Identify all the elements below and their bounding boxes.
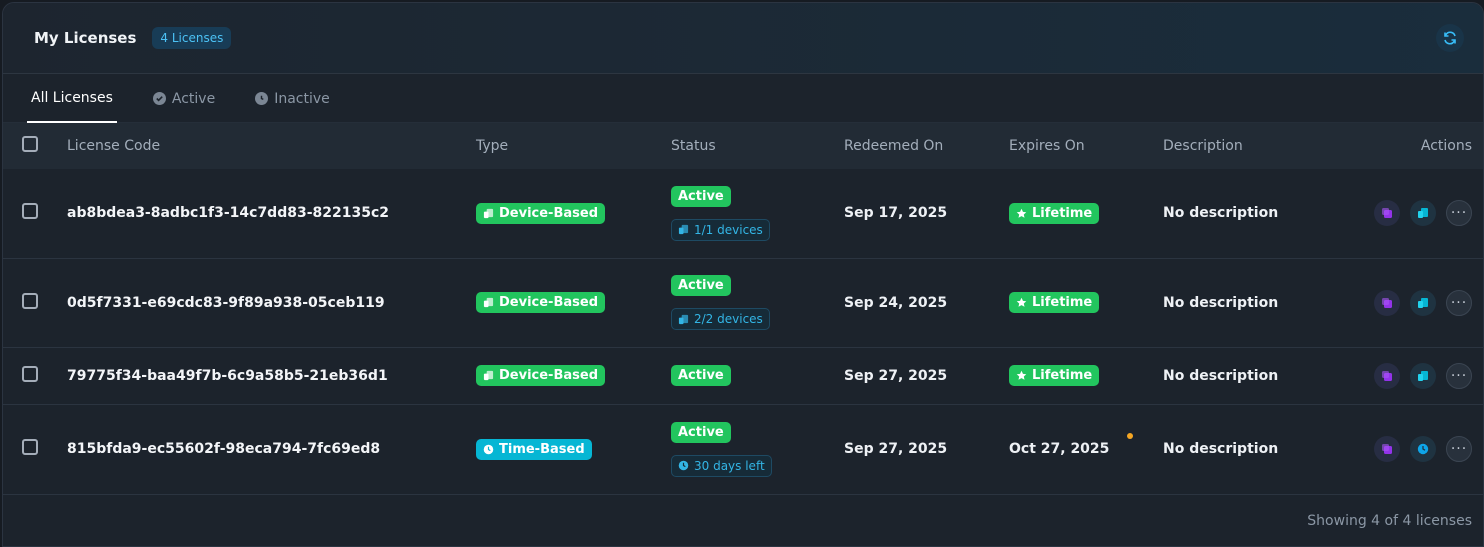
description-text: No description (1163, 294, 1279, 311)
device-icon (678, 225, 689, 235)
column-status: Status (671, 138, 716, 154)
time-button[interactable] (1410, 436, 1436, 462)
licenses-table: License Code Type Status Redeemed On Exp… (3, 123, 1483, 495)
copy-button[interactable] (1374, 436, 1400, 462)
column-actions: Actions (1420, 138, 1472, 154)
tab-inactive[interactable]: Inactive (251, 74, 334, 123)
status-badge: Active (671, 365, 731, 386)
column-redeemed-on: Redeemed On (844, 138, 944, 154)
type-badge: Device-Based (476, 202, 605, 224)
column-type: Type (476, 138, 509, 154)
device-icon (483, 370, 494, 381)
more-icon: ··· (1450, 441, 1468, 457)
devices-chip: 1/1 devices (671, 218, 770, 241)
star-icon (1016, 370, 1027, 380)
clock-icon (678, 460, 689, 471)
table-header-row: License Code Type Status Redeemed On Exp… (3, 123, 1483, 169)
page-title: My Licenses (34, 29, 137, 47)
expires-badge: Lifetime (1009, 292, 1100, 313)
description-text: No description (1163, 367, 1279, 384)
redeemed-date: Sep 27, 2025 (844, 367, 948, 384)
device-icon (483, 297, 494, 308)
device-icon (1418, 208, 1428, 219)
copy-icon (1382, 297, 1392, 308)
clock-icon (1417, 443, 1429, 455)
row-checkbox[interactable] (22, 203, 38, 220)
type-badge: Time-Based (476, 438, 592, 460)
devices-button[interactable] (1410, 200, 1436, 227)
table-row: 0d5f7331-e69cdc83-9f89a938-05ceb119 Devi… (3, 258, 1483, 348)
type-badge: Device-Based (476, 292, 605, 313)
type-badge: Device-Based (476, 365, 605, 386)
devices-chip: 2/2 devices (671, 308, 770, 330)
device-icon (1418, 370, 1428, 381)
row-checkbox[interactable] (22, 365, 38, 382)
description-text: No description (1163, 205, 1279, 222)
table-footer: Showing 4 of 4 licenses (3, 495, 1483, 547)
select-all-checkbox[interactable] (22, 136, 38, 152)
expires-badge: Lifetime (1009, 202, 1100, 224)
time-left-chip: 30 days left (671, 454, 772, 477)
more-options-button[interactable]: ··· (1446, 436, 1472, 462)
clock-icon (483, 444, 494, 454)
star-icon (1016, 297, 1027, 307)
column-license-code: License Code (67, 138, 161, 154)
pagination-summary: Showing 4 of 4 licenses (1307, 513, 1472, 529)
more-options-button[interactable]: ··· (1446, 362, 1472, 389)
copy-button[interactable] (1374, 289, 1400, 316)
more-icon: ··· (1450, 367, 1468, 384)
copy-icon (1382, 208, 1392, 219)
devices-button[interactable] (1410, 289, 1436, 316)
column-expires-on: Expires On (1009, 138, 1085, 154)
redeemed-date: Sep 24, 2025 (844, 294, 948, 311)
tab-label: All Licenses (31, 89, 113, 106)
license-code: 815bfda9-ec55602f-98eca794-7fc69ed8 (67, 441, 381, 457)
copy-icon (1382, 444, 1392, 454)
notification-dot (1127, 433, 1133, 439)
row-checkbox[interactable] (22, 292, 38, 309)
license-code: ab8bdea3-8adbc1f3-14c7dd83-822135c2 (67, 205, 390, 222)
devices-button[interactable] (1410, 362, 1436, 389)
refresh-icon (1444, 31, 1456, 45)
expires-badge: Lifetime (1009, 365, 1100, 386)
description-text: No description (1163, 441, 1279, 457)
tab-label: Inactive (274, 90, 330, 107)
more-icon: ··· (1450, 205, 1468, 222)
status-badge: Active (671, 275, 731, 296)
tab-active[interactable]: Active (149, 74, 219, 123)
table-row: ab8bdea3-8adbc1f3-14c7dd83-822135c2 Devi… (3, 169, 1483, 259)
redeemed-date: Sep 27, 2025 (844, 441, 948, 457)
column-description: Description (1163, 138, 1243, 154)
expires-date: Oct 27, 2025 (1009, 441, 1110, 457)
license-code: 79775f34-baa49f7b-6c9a58b5-21eb36d1 (67, 367, 388, 384)
license-count-badge: 4 Licenses (152, 27, 232, 49)
tab-all-licenses[interactable]: All Licenses (27, 74, 117, 123)
more-icon: ··· (1450, 294, 1468, 311)
copy-button[interactable] (1374, 362, 1400, 389)
tab-label: Active (171, 90, 216, 107)
redeemed-date: Sep 17, 2025 (844, 205, 948, 222)
panel-header: My Licenses 4 Licenses (3, 3, 1483, 74)
more-options-button[interactable]: ··· (1446, 289, 1472, 316)
table-row: 815bfda9-ec55602f-98eca794-7fc69ed8 Time… (3, 404, 1483, 495)
device-icon (1418, 297, 1428, 308)
device-icon (678, 314, 689, 324)
device-icon (483, 208, 494, 218)
licenses-panel: My Licenses 4 Licenses All Licenses Acti… (2, 2, 1484, 547)
check-circle-icon (152, 92, 166, 105)
row-checkbox[interactable] (22, 439, 38, 455)
copy-button[interactable] (1374, 200, 1400, 227)
status-badge: Active (671, 421, 731, 443)
license-tabs: All Licenses Active Inactive (3, 74, 1483, 123)
star-icon (1016, 208, 1027, 218)
copy-icon (1382, 370, 1392, 381)
refresh-button[interactable] (1436, 24, 1464, 52)
license-code: 0d5f7331-e69cdc83-9f89a938-05ceb119 (67, 294, 385, 311)
table-row: 79775f34-baa49f7b-6c9a58b5-21eb36d1 Devi… (3, 347, 1483, 405)
more-options-button[interactable]: ··· (1446, 200, 1472, 227)
clock-icon (255, 92, 269, 105)
status-badge: Active (671, 185, 731, 207)
